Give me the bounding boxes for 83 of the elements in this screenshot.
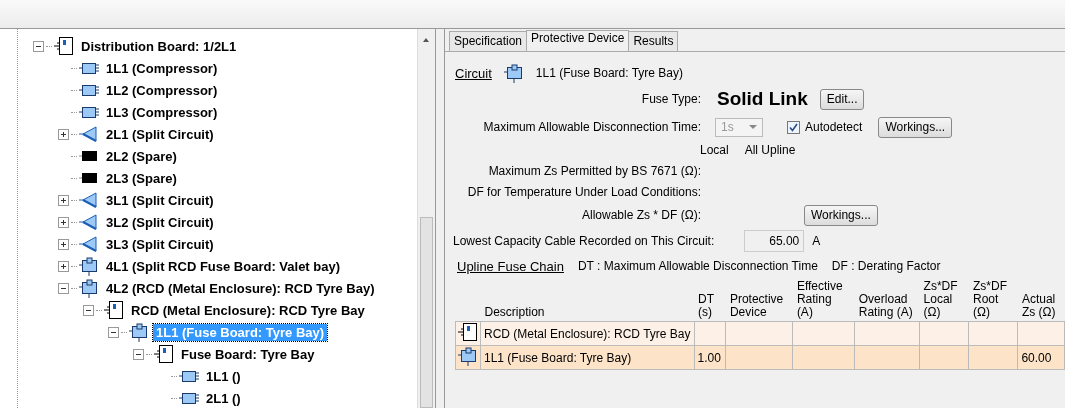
tree-item[interactable]: 1L1 () <box>203 367 244 385</box>
spare-icon <box>79 150 99 162</box>
legend-note: DF : Derating Factor <box>831 259 941 273</box>
circuit-icon <box>179 391 199 405</box>
lowest-cable-label: Lowest Capacity Cable Recorded on This Circuit: <box>453 234 715 248</box>
tree-item[interactable]: 2L3 (Spare) <box>103 169 180 187</box>
fuse-type-label: Fuse Type: <box>640 92 702 106</box>
fuse-board-feed-icon <box>79 278 99 298</box>
column-header: DT (s) <box>694 278 726 322</box>
unit-label: A <box>812 234 821 248</box>
column-header: Description <box>480 278 694 322</box>
table-cell: 1L1 (Fuse Board: Tyre Bay) <box>480 345 694 370</box>
split-circuit-icon <box>79 126 99 142</box>
tree-item[interactable]: 1L3 (Compressor) <box>103 103 221 121</box>
tree-item[interactable]: 2L2 (Spare) <box>103 147 180 165</box>
tree-item[interactable]: 1L1 (Compressor) <box>103 59 221 77</box>
table-cell <box>968 321 1018 346</box>
board-icon <box>54 36 74 56</box>
plus-toggle-icon[interactable] <box>58 128 69 140</box>
board-icon <box>154 344 174 364</box>
column-header: Zs*DF Local (Ω) <box>919 278 969 322</box>
plus-toggle-icon[interactable] <box>58 216 69 228</box>
tree-item[interactable]: 2L1 () <box>203 389 244 407</box>
scrollbar[interactable] <box>417 29 436 408</box>
edit-button[interactable]: Edit... <box>819 88 865 110</box>
fuse-type-value: Solid Link <box>717 88 808 110</box>
minus-toggle-icon[interactable] <box>33 40 44 52</box>
spare-icon <box>79 172 99 184</box>
table-cell <box>919 321 969 346</box>
tree-item[interactable]: RCD (Metal Enclosure): RCD Tyre Bay <box>128 301 368 319</box>
tree-item[interactable]: 1L2 (Compressor) <box>103 81 221 99</box>
minus-toggle-icon[interactable] <box>108 326 119 338</box>
plus-toggle-icon[interactable] <box>58 260 69 272</box>
minus-toggle-icon[interactable] <box>58 282 69 294</box>
workings-button[interactable]: Workings... <box>804 204 878 226</box>
column-heading: All Upline <box>744 143 796 157</box>
circuit-icon <box>79 61 99 75</box>
column-header: Actual Zs (Ω) <box>1017 278 1065 322</box>
tree-item[interactable]: 3L3 (Split Circuit) <box>103 235 217 253</box>
circuit-icon <box>179 369 199 383</box>
table-cell <box>792 321 855 346</box>
tab[interactable]: Specification <box>449 31 528 51</box>
split-circuit-icon <box>79 192 99 208</box>
legend-note: DT : Maximum Allowable Disconnection Time <box>577 259 818 273</box>
circuit-icon <box>79 105 99 119</box>
minus-toggle-icon[interactable] <box>83 304 94 316</box>
circuit-name: 1L1 (Fuse Board: Tyre Bay) <box>535 66 684 80</box>
table-cell <box>725 321 793 346</box>
table-cell <box>1017 321 1065 346</box>
column-header: Effective Rating (A) <box>792 278 855 322</box>
tree-item[interactable]: 3L2 (Split Circuit) <box>103 213 217 231</box>
column-header: Overload Rating (A) <box>854 278 920 322</box>
fuse-board-feed-icon <box>79 256 99 276</box>
fuse-board-feed-icon <box>129 322 149 342</box>
circuit-icon <box>79 83 99 97</box>
tree-item[interactable]: 3L1 (Split Circuit) <box>103 191 217 209</box>
split-circuit-icon <box>79 236 99 252</box>
disconnection-time-label: Maximum Allowable Disconnection Time: <box>482 120 702 134</box>
table-cell <box>854 321 920 346</box>
tree-item[interactable]: 2L1 (Split Circuit) <box>103 125 217 143</box>
plus-toggle-icon[interactable] <box>58 238 69 250</box>
lowest-cable-field: 65.00 <box>744 230 805 252</box>
column-header: Zs*DF Root (Ω) <box>968 278 1018 322</box>
tree-item[interactable]: Distribution Board: 1/2L1 <box>78 37 240 55</box>
table-cell: RCD (Metal Enclosure): RCD Tyre Bay <box>480 321 694 346</box>
autodetect-label: Autodetect <box>805 120 863 134</box>
minus-toggle-icon[interactable] <box>133 348 144 360</box>
fuse-board-feed-icon <box>503 63 524 83</box>
column-heading: Local <box>700 143 729 157</box>
allowable-zs-label: Allowable Zs * DF (Ω): <box>581 208 702 222</box>
circuit-link[interactable]: Circuit <box>455 65 492 81</box>
tree-item[interactable]: 4L2 (RCD (Metal Enclosure): RCD Tyre Bay) <box>103 279 378 297</box>
upline-fuse-chain-link[interactable]: Upline Fuse Chain <box>457 258 564 274</box>
df-label: DF for Temperature Under Load Conditions: <box>466 184 702 199</box>
tree-item[interactable]: 4L1 (Split RCD Fuse Board: Valet bay) <box>103 257 344 275</box>
tree-item[interactable]: Fuse Board: Tyre Bay <box>178 345 318 363</box>
plus-toggle-icon[interactable] <box>58 194 69 206</box>
table-cell <box>694 321 726 346</box>
max-zs-label: Maximum Zs Permitted by BS 7671 (Ω): <box>487 163 702 178</box>
column-header: Protective Device <box>725 278 793 322</box>
split-circuit-icon <box>79 214 99 230</box>
tab[interactable]: Results <box>628 31 679 51</box>
board-icon <box>104 300 124 320</box>
